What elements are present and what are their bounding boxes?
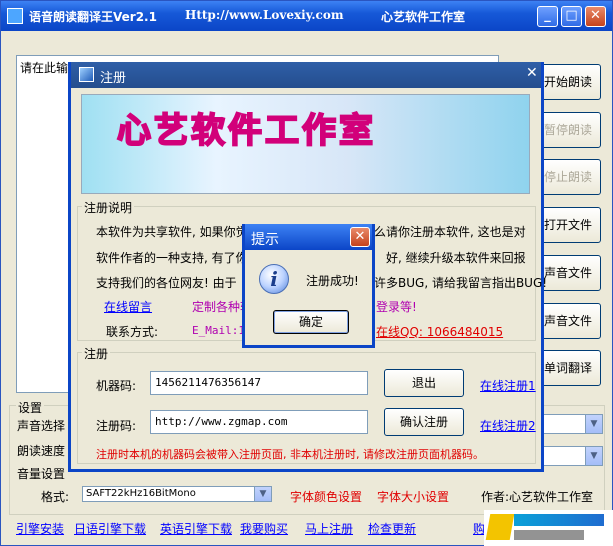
register-title: 注册	[100, 71, 127, 86]
register-title-bar[interactable]: 注册 ✕	[71, 62, 541, 88]
volume-label: 音量设置	[17, 467, 66, 481]
buy-link[interactable]: 我要购买	[240, 520, 288, 537]
register-warning-text: 注册时本机的机器码会被带入注册页面, 非本机注册时, 请修改注册页面机器码。	[96, 448, 484, 461]
banner-image: 心艺软件工作室	[81, 94, 530, 194]
online-message-link[interactable]: 在线留言	[104, 298, 152, 315]
ok-button[interactable]: 确定	[273, 310, 349, 334]
hint-message: 注册成功!	[306, 274, 359, 288]
voice-label: 声音选择	[17, 419, 66, 433]
author-label: 作者:心艺软件工作室	[481, 490, 594, 504]
registration-group: 注册 机器码: 1456211476356147 退出 在线注册1 注册码: h…	[77, 345, 536, 464]
font-size-link[interactable]: 字体大小设置	[377, 488, 449, 505]
register-code-value: http://www.zgmap.com	[155, 415, 288, 428]
desc-line2-left: 软件作者的一种支持, 有了你	[96, 251, 248, 265]
hint-title-bar[interactable]: 提示 ✕	[245, 224, 372, 250]
format-value: SAFT22kHz16BitMono	[86, 488, 196, 499]
chevron-down-icon: ▼	[585, 415, 602, 433]
format-select[interactable]: SAFT22kHz16BitMono ▼	[82, 486, 272, 502]
desc-line3-right: 许多BUG, 请给我留言指出BUG!	[374, 276, 548, 290]
title-url: Http://www.Lovexiy.com	[185, 8, 344, 22]
title-studio: 心艺软件工作室	[381, 10, 466, 24]
hint-dialog: 提示 ✕ i 注册成功! 确定	[242, 224, 375, 348]
register-code-field[interactable]: http://www.zgmap.com	[150, 410, 368, 434]
close-button[interactable]: ✕	[585, 6, 606, 27]
register-now-link[interactable]: 马上注册	[305, 520, 353, 537]
desc-line1-left: 本软件为共享软件, 如果你觉	[96, 225, 248, 239]
logo-top-mark	[514, 514, 604, 526]
maximize-button[interactable]: □	[561, 6, 582, 27]
custom-software-text-end: 登录等!	[376, 300, 417, 314]
description-group-label: 注册说明	[82, 199, 135, 216]
registration-group-label: 注册	[82, 345, 111, 362]
main-title-bar[interactable]: 语音朗读翻译王Ver2.1 Http://www.Lovexiy.com 心艺软…	[1, 1, 612, 31]
confirm-register-button[interactable]: 确认注册	[384, 408, 464, 436]
machine-code-label: 机器码:	[96, 379, 137, 393]
chevron-down-icon: ▼	[585, 447, 602, 465]
english-engine-link[interactable]: 英语引擎下载	[160, 520, 232, 537]
register-app-icon	[79, 67, 94, 82]
engine-install-link[interactable]: 引擎安装	[16, 520, 64, 537]
register-code-label: 注册码:	[96, 419, 137, 433]
chevron-down-icon: ▼	[254, 487, 271, 501]
machine-code-value: 1456211476356147	[155, 376, 261, 389]
desc-line3-left: 支持我们的各位网友! 由于	[96, 276, 237, 290]
speed-select[interactable]: ▼	[540, 446, 603, 466]
font-color-link[interactable]: 字体颜色设置	[290, 488, 362, 505]
format-label: 格式:	[41, 490, 70, 504]
minimize-button[interactable]: _	[537, 6, 558, 27]
settings-label: 设置	[16, 399, 45, 416]
qq-link[interactable]: 在线QQ: 1066484015	[376, 323, 503, 340]
logo-badge	[485, 514, 515, 540]
online-register-2-link[interactable]: 在线注册2	[480, 417, 536, 434]
desc-line2-right: 好, 继续升级本软件来回报	[386, 251, 526, 265]
app-icon	[7, 8, 23, 24]
check-update-link[interactable]: 检查更新	[368, 520, 416, 537]
online-register-1-link[interactable]: 在线注册1	[480, 377, 536, 394]
exit-button[interactable]: 退出	[384, 369, 464, 397]
contact-label: 联系方式:	[106, 325, 159, 339]
hint-close-button[interactable]: ✕	[350, 227, 370, 247]
machine-code-field[interactable]: 1456211476356147	[150, 371, 368, 395]
voice-select[interactable]: ▼	[540, 414, 603, 434]
info-icon: i	[259, 264, 289, 294]
speed-label: 朗读速度	[17, 444, 66, 458]
desc-line1-right: 么请你注册本软件, 这也是对	[374, 225, 526, 239]
hint-title: 提示	[251, 232, 279, 248]
watermark-logo	[484, 510, 613, 546]
app-title: 语音朗读翻译王Ver2.1	[29, 10, 157, 24]
logo-bottom-mark	[514, 530, 584, 540]
register-close-icon[interactable]: ✕	[526, 65, 538, 81]
banner-text: 心艺软件工作室	[116, 110, 376, 152]
japanese-engine-link[interactable]: 日语引擎下载	[74, 520, 146, 537]
